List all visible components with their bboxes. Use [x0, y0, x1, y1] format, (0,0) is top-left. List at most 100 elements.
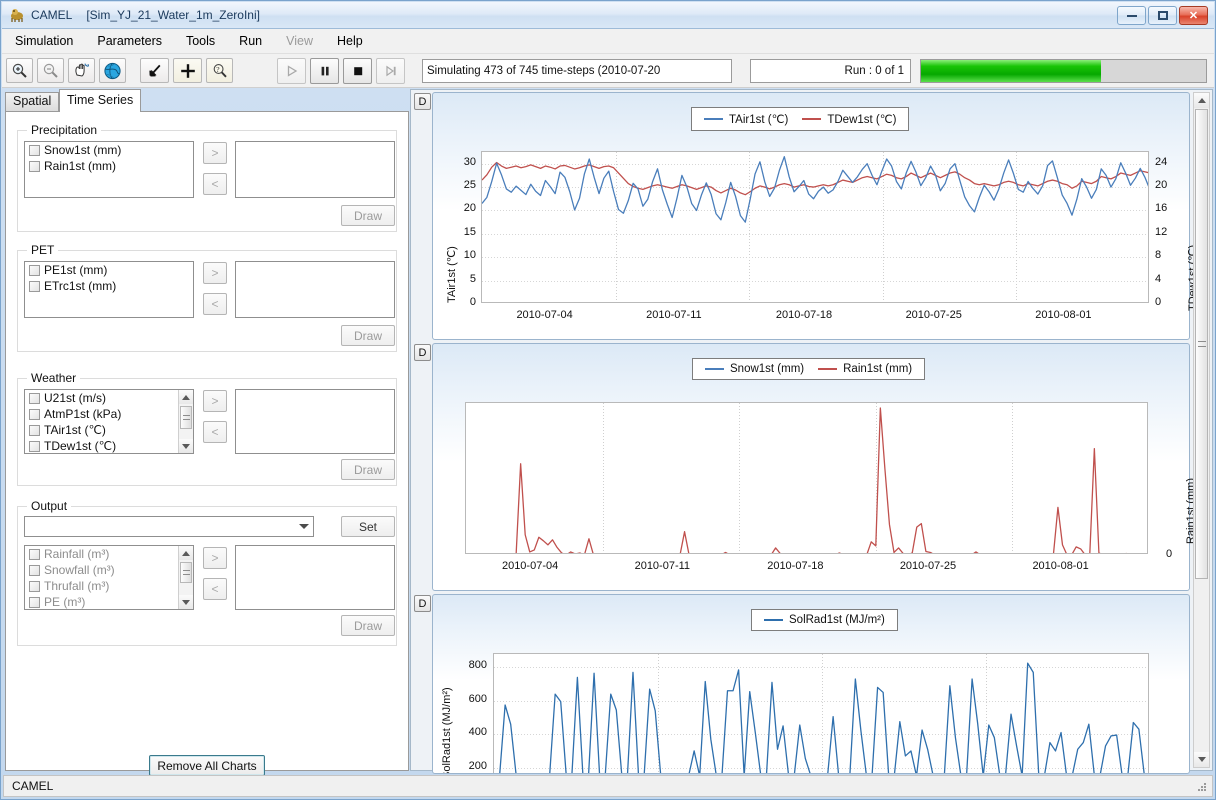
scroll-up-button[interactable] — [179, 546, 193, 560]
scroll-thumb[interactable] — [180, 406, 192, 429]
weather-draw-button[interactable]: Draw — [341, 459, 395, 480]
pet-draw-button[interactable]: Draw — [341, 325, 395, 346]
list-item[interactable]: PE (m³) — [25, 594, 193, 609]
checkbox-icon[interactable] — [29, 144, 40, 156]
menu-run[interactable]: Run — [228, 31, 273, 51]
precipitation-source-list[interactable]: Snow1st (mm) Rain1st (mm) — [24, 141, 194, 198]
tab-spatial[interactable]: Spatial — [5, 92, 60, 111]
output-add-button[interactable]: > — [203, 547, 227, 569]
scroll-up-button[interactable] — [179, 390, 193, 404]
scroll-down-button[interactable] — [179, 439, 193, 453]
stop-button[interactable] — [343, 57, 372, 84]
pet-add-button[interactable]: > — [203, 262, 227, 284]
list-item[interactable]: Snowfall (m³) — [25, 562, 193, 578]
zoom-out-button[interactable] — [37, 58, 64, 83]
checkbox-icon[interactable] — [29, 264, 40, 276]
pet-remove-button[interactable]: < — [203, 293, 227, 315]
list-item[interactable]: Rainfall (m³) — [25, 546, 193, 562]
list-item[interactable]: TAir1st (℃) — [25, 422, 193, 438]
zoom-in-button[interactable] — [6, 58, 33, 83]
checkbox-icon[interactable] — [29, 424, 40, 436]
tab-time-series[interactable]: Time Series — [59, 89, 142, 112]
weather-remove-button[interactable]: < — [203, 421, 227, 443]
output-source-list[interactable]: Rainfall (m³) Snowfall (m³) Thrufall (m³… — [24, 545, 194, 610]
checkbox-icon[interactable] — [29, 580, 40, 592]
weather-list-scrollbar[interactable] — [178, 390, 193, 453]
checkbox-icon[interactable] — [29, 548, 40, 560]
pet-selected-list[interactable] — [235, 261, 395, 318]
chevron-up-icon — [182, 394, 190, 400]
output-remove-button[interactable]: < — [203, 578, 227, 600]
y-tick-label: 200 — [468, 759, 487, 772]
group-weather-title: Weather — [27, 371, 81, 385]
scroll-thumb[interactable] — [1195, 109, 1208, 579]
pause-button[interactable] — [310, 57, 339, 84]
checkbox-icon[interactable] — [29, 440, 40, 452]
precipitation-selected-list[interactable] — [235, 141, 395, 198]
checkbox-icon[interactable] — [29, 280, 40, 292]
pointer-arrow-button[interactable] — [140, 58, 169, 83]
menu-help[interactable]: Help — [326, 31, 374, 51]
checkbox-icon[interactable] — [29, 392, 40, 404]
chart-1-detach-button[interactable]: D — [414, 93, 431, 110]
list-item[interactable]: Rain1st (mm) — [25, 158, 193, 174]
pet-source-list[interactable]: PE1st (mm) ETrc1st (mm) — [24, 261, 194, 318]
legend-swatch — [764, 619, 783, 621]
output-set-button[interactable]: Set — [341, 516, 395, 537]
checkbox-icon[interactable] — [29, 596, 40, 608]
precipitation-remove-button[interactable]: < — [203, 173, 227, 195]
help-query-button[interactable]: ? — [206, 58, 233, 83]
checkbox-icon[interactable] — [29, 160, 40, 172]
play-button[interactable] — [277, 57, 306, 84]
output-selected-list[interactable] — [235, 545, 395, 610]
pan-hand-button[interactable] — [68, 58, 95, 83]
checkbox-icon[interactable] — [29, 564, 40, 576]
menu-tools[interactable]: Tools — [175, 31, 226, 51]
weather-source-list[interactable]: U21st (m/s) AtmP1st (kPa) TAir1st (℃) TD… — [24, 389, 194, 454]
menu-simulation[interactable]: Simulation — [4, 31, 84, 51]
minimize-icon — [1126, 14, 1137, 17]
chevron-down-icon — [1197, 757, 1206, 762]
checkbox-icon[interactable] — [29, 408, 40, 420]
resize-grip-icon — [1198, 783, 1206, 791]
transport-controls — [277, 57, 409, 84]
globe-button[interactable] — [99, 58, 126, 83]
list-item-label: PE1st (mm) — [44, 263, 108, 277]
precipitation-draw-button[interactable]: Draw — [341, 205, 395, 226]
weather-selected-list[interactable] — [235, 389, 395, 454]
chart-2-detach-button[interactable]: D — [414, 344, 431, 361]
list-item[interactable]: Thrufall (m³) — [25, 578, 193, 594]
output-variable-combobox[interactable] — [24, 516, 314, 537]
list-item[interactable]: Snow1st (mm) — [25, 142, 193, 158]
close-button[interactable]: ✕ — [1179, 5, 1208, 25]
list-item[interactable]: PE1st (mm) — [25, 262, 193, 278]
chart-card-temperature: TAir1st (℃) TDew1st (℃) TAir1st (℃) TDew… — [432, 92, 1199, 340]
scroll-down-button[interactable] — [1194, 752, 1209, 767]
list-item[interactable]: AtmP1st (kPa) — [25, 406, 193, 422]
scroll-down-button[interactable] — [179, 595, 193, 609]
scroll-up-button[interactable] — [1194, 93, 1209, 108]
maximize-button[interactable] — [1148, 5, 1177, 25]
remove-all-charts-button[interactable]: Remove All Charts — [149, 755, 265, 776]
step-forward-button[interactable] — [376, 57, 405, 84]
x-tick-label: 2010-07-11 — [646, 309, 702, 321]
chart-3-detach-button[interactable]: D — [414, 595, 431, 612]
menu-parameters[interactable]: Parameters — [86, 31, 173, 51]
minimize-button[interactable] — [1117, 5, 1146, 25]
output-draw-button[interactable]: Draw — [341, 615, 395, 636]
grip-icon — [182, 415, 190, 420]
output-list-scrollbar[interactable] — [178, 546, 193, 609]
list-item[interactable]: TDew1st (℃) — [25, 438, 193, 453]
chart-area-scrollbar[interactable] — [1193, 92, 1210, 768]
list-item[interactable]: U21st (m/s) — [25, 390, 193, 406]
x-tick-label: 2010-08-01 — [1035, 309, 1092, 321]
weather-add-button[interactable]: > — [203, 390, 227, 412]
scroll-thumb[interactable] — [180, 562, 192, 583]
precipitation-add-button[interactable]: > — [203, 142, 227, 164]
list-item[interactable]: ETrc1st (mm) — [25, 278, 193, 294]
list-item-label: U21st (m/s) — [44, 391, 107, 405]
list-item-label: PE (m³) — [44, 595, 86, 609]
chart-3-y-axis-label: SolRad1st (MJ/m²) — [441, 687, 453, 774]
crosshair-plus-button[interactable] — [173, 58, 202, 83]
globe-icon — [104, 62, 121, 79]
